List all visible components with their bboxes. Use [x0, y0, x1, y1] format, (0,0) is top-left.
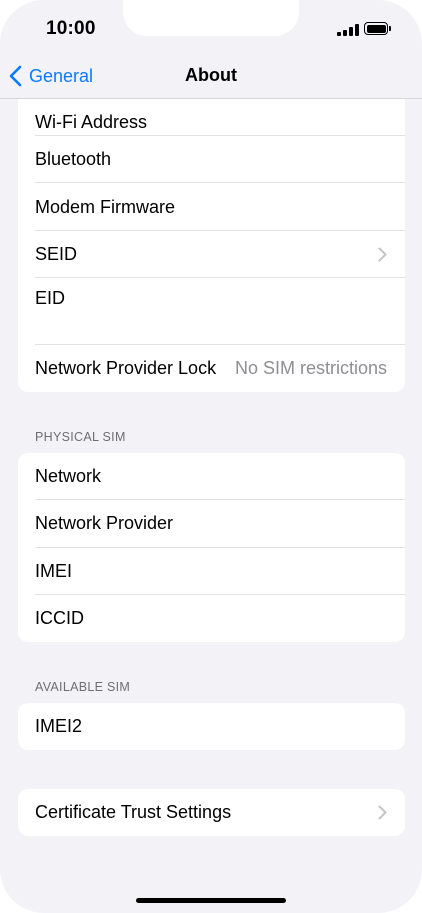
- home-indicator[interactable]: [136, 898, 286, 903]
- network-row[interactable]: Network: [18, 453, 405, 500]
- chevron-right-icon: [378, 805, 387, 820]
- network-provider-lock-value: No SIM restrictions: [234, 358, 387, 378]
- certificate-trust-settings-label: Certificate Trust Settings: [35, 802, 232, 822]
- seid-row[interactable]: SEID: [18, 231, 405, 278]
- network-label: Network: [35, 466, 102, 486]
- certificate-group: Certificate Trust Settings: [18, 789, 405, 836]
- modem-firmware-label: Modem Firmware: [35, 197, 176, 217]
- imei2-label: IMEI2: [35, 716, 83, 736]
- network-provider-label: Network Provider: [35, 513, 174, 533]
- network-provider-lock-label: Network Provider Lock: [35, 358, 217, 378]
- modem-firmware-row[interactable]: Modem Firmware: [18, 183, 405, 230]
- phone-screen: 10:00 General About Wi-Fi Address Blueto…: [0, 0, 422, 913]
- seid-label: SEID: [35, 244, 78, 264]
- chevron-right-icon: [378, 247, 387, 262]
- wifi-address-label: Wi-Fi Address: [35, 112, 148, 132]
- bluetooth-label: Bluetooth: [35, 149, 112, 169]
- available-sim-header: AVAILABLE SIM: [35, 680, 131, 694]
- network-provider-lock-row[interactable]: Network Provider Lock No SIM restriction…: [18, 345, 405, 392]
- physical-sim-group: Network Network Provider IMEI ICCID: [18, 453, 405, 642]
- battery-icon: [364, 22, 391, 35]
- cellular-signal-icon: [337, 24, 359, 36]
- status-time: 10:00: [46, 18, 96, 39]
- network-provider-row[interactable]: Network Provider: [18, 500, 405, 547]
- page-title: About: [185, 65, 237, 85]
- physical-sim-header: PHYSICAL SIM: [35, 430, 126, 444]
- available-sim-group: IMEI2: [18, 703, 405, 750]
- certificate-trust-settings-row[interactable]: Certificate Trust Settings: [18, 789, 405, 836]
- eid-label: EID: [35, 288, 66, 308]
- iccid-row[interactable]: ICCID: [18, 595, 405, 642]
- about-info-group: Wi-Fi Address Bluetooth Modem Firmware S…: [18, 70, 405, 392]
- imei-label: IMEI: [35, 561, 73, 581]
- navigation-bar: General About: [0, 56, 422, 99]
- eid-row[interactable]: EID: [18, 278, 405, 344]
- imei-row[interactable]: IMEI: [18, 548, 405, 595]
- bluetooth-row[interactable]: Bluetooth: [18, 136, 405, 183]
- status-bar: 10:00: [0, 0, 422, 56]
- imei2-row[interactable]: IMEI2: [18, 703, 405, 750]
- iccid-label: ICCID: [35, 608, 84, 628]
